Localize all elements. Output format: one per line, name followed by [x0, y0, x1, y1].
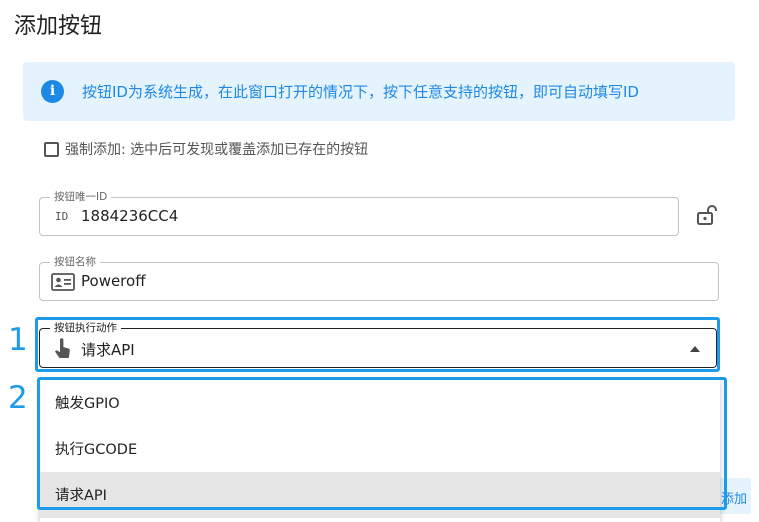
- id-icon: ID: [55, 210, 69, 223]
- button-id-field[interactable]: 按钮唯一ID ID 1884236CC4: [39, 190, 679, 236]
- info-icon: i: [41, 80, 64, 103]
- force-add-label: 强制添加: 选中后可发现或覆盖添加已存在的按钮: [65, 142, 369, 158]
- unlock-icon[interactable]: [696, 204, 718, 230]
- button-name-value: Poweroff: [81, 272, 146, 290]
- highlight-box-1: [35, 317, 720, 372]
- button-name-label: 按钮名称: [50, 255, 100, 269]
- highlight-box-2: [37, 377, 727, 510]
- id-card-icon: [51, 272, 75, 296]
- force-add-checkbox[interactable]: [44, 141, 59, 157]
- button-id-value: 1884236CC4: [81, 207, 179, 225]
- annotation-marker-2: 2: [8, 380, 28, 416]
- annotation-marker-1: 1: [8, 322, 28, 358]
- info-banner: i 按钮ID为系统生成，在此窗口打开的情况下，按下任意支持的按钮，即可自动填写I…: [23, 62, 735, 121]
- button-id-label: 按钮唯一ID: [50, 190, 112, 204]
- button-name-field[interactable]: 按钮名称 Poweroff: [39, 255, 719, 301]
- force-add-option[interactable]: 强制添加: 选中后可发现或覆盖添加已存在的按钮: [44, 139, 368, 159]
- page-title: 添加按钮: [14, 14, 103, 39]
- info-text: 按钮ID为系统生成，在此窗口打开的情况下，按下任意支持的按钮，即可自动填写ID: [82, 83, 639, 101]
